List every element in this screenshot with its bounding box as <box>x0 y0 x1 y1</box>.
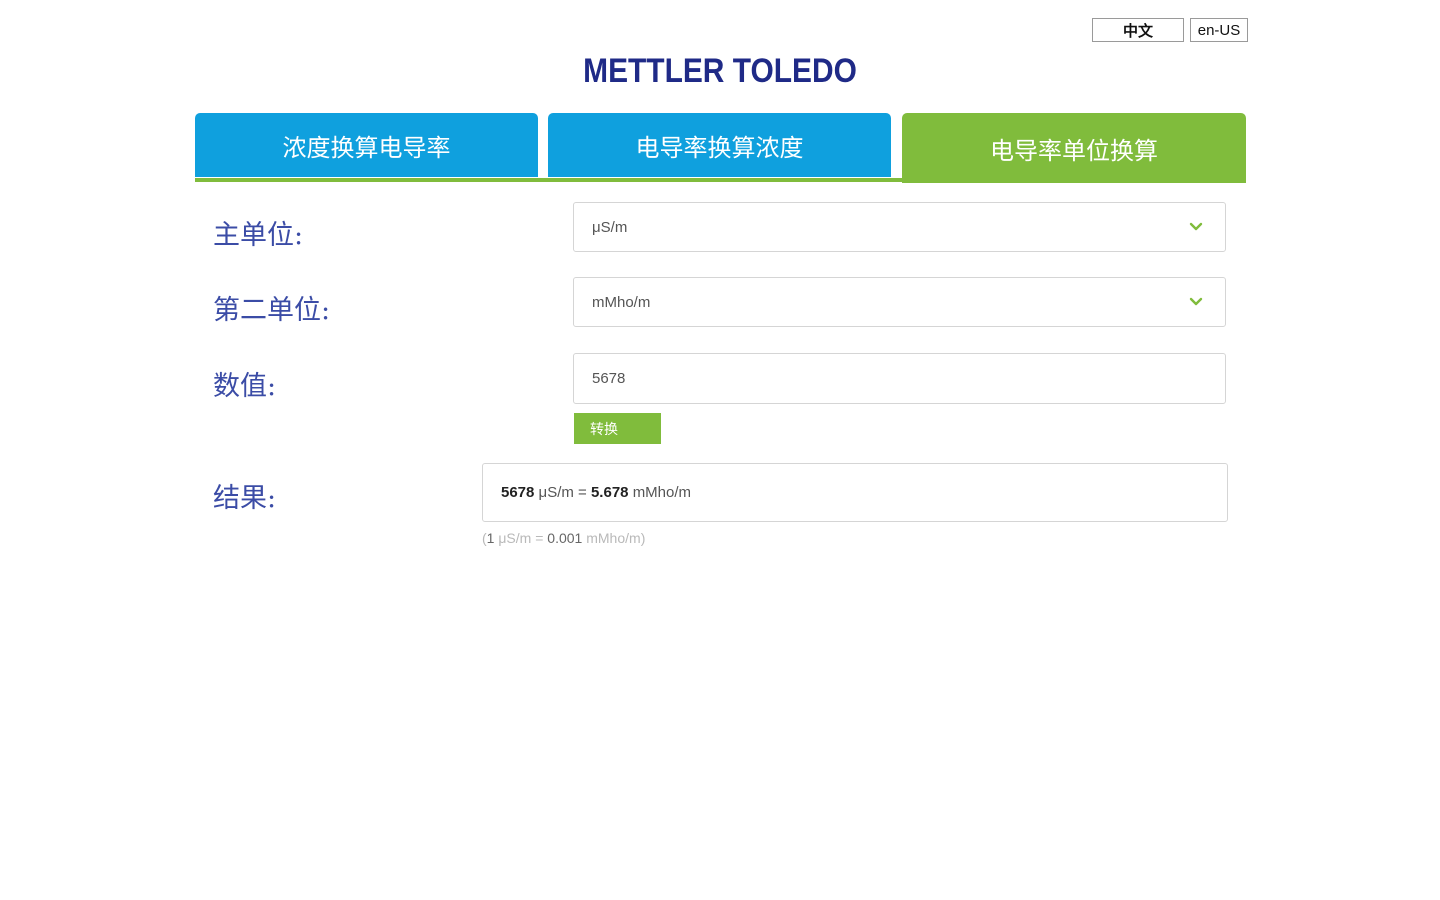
note-close-paren: ) <box>640 530 646 546</box>
tab-concentration-to-conductivity[interactable]: 浓度换算电导率 <box>195 113 538 177</box>
tab-underline <box>195 178 1246 182</box>
language-en-button[interactable]: en-US <box>1190 18 1248 42</box>
result-label: 结果: <box>213 483 277 514</box>
chevron-down-icon <box>1189 297 1203 306</box>
conversion-factor-note: (1 μS/m = 0.001 mMho/m) <box>482 530 645 546</box>
value-input-text: 5678 <box>592 370 626 387</box>
convert-button[interactable]: 转换 <box>574 413 661 444</box>
chevron-down-icon <box>1189 222 1203 231</box>
result-display: 5678 μS/m = 5.678 mMho/m <box>482 463 1228 522</box>
language-zh-button[interactable]: 中文 <box>1092 18 1184 42</box>
value-label: 数值: <box>213 371 277 402</box>
result-equals: = <box>578 484 587 501</box>
brand-logo: METTLER TOLEDO <box>583 52 857 90</box>
secondary-unit-select[interactable]: mMho/m <box>573 277 1226 327</box>
tab-conductivity-to-concentration[interactable]: 电导率换算浓度 <box>548 113 891 177</box>
tab-conductivity-unit-conversion[interactable]: 电导率单位换算 <box>902 113 1246 183</box>
result-output-value: 5.678 <box>590 484 629 501</box>
note-unit-a: μS/m <box>498 530 532 546</box>
secondary-unit-label: 第二单位: <box>213 295 331 326</box>
note-factor: 0.001 <box>547 530 583 546</box>
language-switcher: 中文 en-US <box>1092 18 1248 42</box>
result-input-value: 5678 <box>501 484 535 501</box>
note-one: 1 <box>486 530 495 546</box>
tab-bar: 浓度换算电导率 电导率换算浓度 电导率单位换算 <box>195 113 1246 183</box>
primary-unit-label: 主单位: <box>213 220 304 251</box>
primary-unit-select[interactable]: μS/m <box>573 202 1226 252</box>
result-input-unit: μS/m <box>538 484 574 501</box>
page: 中文 en-US METTLER TOLEDO 浓度换算电导率 电导率换算浓度 … <box>0 0 1440 900</box>
primary-unit-value: μS/m <box>592 218 628 236</box>
value-input[interactable]: 5678 <box>573 353 1226 404</box>
note-unit-b: mMho/m <box>586 530 641 546</box>
note-equals: = <box>535 530 544 546</box>
secondary-unit-value: mMho/m <box>592 293 651 311</box>
result-output-unit: mMho/m <box>632 484 692 501</box>
